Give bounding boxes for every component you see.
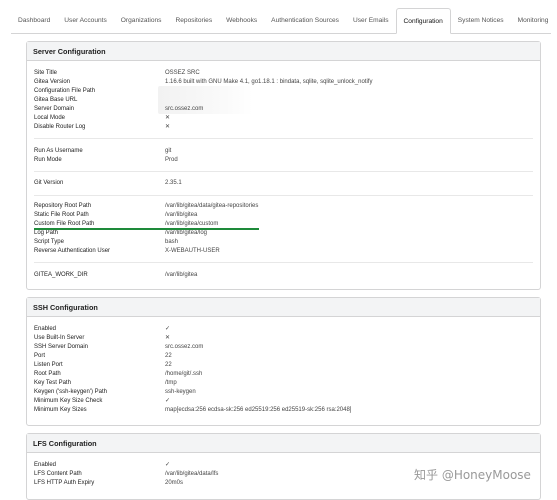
ssh-root-path-value: /home/git/.ssh	[165, 371, 203, 377]
key-test-path-label: Key Test Path	[34, 380, 71, 386]
divider	[34, 195, 533, 196]
reverse-auth-user-value: X-WEBAUTH-USER	[165, 248, 220, 254]
server-configuration-title: Server Configuration	[27, 42, 540, 61]
site-title-label: Site Title	[34, 70, 58, 76]
gitea-work-dir-value: /var/lib/gitea	[165, 272, 198, 278]
static-file-root-path-label: Static File Root Path	[34, 212, 89, 218]
lfs-content-path-label: LFS Content Path	[34, 471, 82, 477]
lfs-configuration-title: LFS Configuration	[27, 434, 540, 453]
server-domain-value: src.ossez.com	[165, 106, 204, 112]
site-title-value: OSSEZ SRC	[165, 70, 200, 76]
run-mode-label: Run Mode	[34, 157, 62, 163]
gitea-work-dir-label: GITEA_WORK_DIR	[34, 272, 88, 278]
lfs-auth-expiry-label: LFS HTTP Auth Expiry	[34, 480, 95, 486]
ssh-root-path-label: Root Path	[34, 371, 61, 377]
tab-monitoring[interactable]: Monitoring	[511, 8, 556, 33]
log-path-value: /var/lib/gitea/log	[165, 230, 208, 236]
repository-root-path-label: Repository Root Path	[34, 203, 92, 209]
script-type-value: bash	[165, 239, 179, 245]
run-mode-value: Prod	[165, 157, 178, 163]
builtin-server-label: Use Built-In Server	[34, 335, 85, 341]
tab-user-emails[interactable]: User Emails	[346, 8, 396, 33]
script-type-label: Script Type	[34, 239, 64, 245]
tab-configuration[interactable]: Configuration	[395, 8, 451, 34]
local-mode-cross-icon: ✕	[165, 115, 171, 121]
tab-system-notices[interactable]: System Notices	[451, 8, 511, 33]
tab-dashboard[interactable]: Dashboard	[11, 8, 57, 33]
tab-webhooks[interactable]: Webhooks	[219, 8, 264, 33]
divider	[34, 262, 533, 263]
disable-router-log-label: Disable Router Log	[34, 124, 86, 130]
run-as-username-value: git	[165, 148, 172, 154]
disable-router-log-cross-icon: ✕	[165, 124, 171, 130]
keygen-path-value: ssh-keygen	[165, 389, 196, 395]
log-path-label: Log Path	[34, 230, 59, 236]
ssh-enabled-check-icon: ✓	[165, 326, 171, 332]
min-key-size-check-icon: ✓	[165, 398, 171, 404]
tab-authentication-sources[interactable]: Authentication Sources	[264, 8, 346, 33]
repository-root-path-value: /var/lib/gitea/data/gitea-repositories	[165, 203, 259, 209]
server-configuration-panel: Server Configuration Site Title OSSEZ SRC…	[26, 41, 541, 290]
builtin-server-cross-icon: ✕	[165, 335, 171, 341]
ssh-port-value: 22	[165, 353, 172, 359]
lfs-auth-expiry-value: 20m0s	[165, 480, 184, 486]
listen-port-label: Listen Port	[34, 362, 63, 368]
lfs-enabled-label: Enabled	[34, 462, 57, 468]
local-mode-label: Local Mode	[34, 115, 66, 121]
static-file-root-path-value: /var/lib/gitea	[165, 212, 198, 218]
server-domain-label: Server Domain	[34, 106, 75, 112]
tab-organizations[interactable]: Organizations	[114, 8, 169, 33]
gitea-version-label: Gitea Version	[34, 79, 71, 85]
ssh-domain-value: src.ossez.com	[165, 344, 204, 350]
lfs-enabled-check-icon: ✓	[165, 462, 171, 468]
admin-tab-bar: Dashboard User Accounts Organizations Re…	[11, 8, 551, 34]
git-version-value: 2.35.1	[165, 180, 182, 186]
ssh-configuration-panel: SSH Configuration Enabled ✓ Use Built-In …	[26, 297, 541, 426]
base-url-label: Gitea Base URL	[34, 97, 78, 103]
ssh-domain-label: SSH Server Domain	[34, 344, 89, 350]
listen-port-value: 22	[165, 362, 172, 368]
lfs-content-path-value: /var/lib/gitea/data/lfs	[165, 471, 219, 477]
min-key-sizes-value: map[ecdsa:256 ecdsa-sk:256 ed25519:256 e…	[165, 407, 352, 413]
divider	[34, 171, 533, 172]
ssh-port-label: Port	[34, 353, 46, 359]
ssh-enabled-label: Enabled	[34, 326, 57, 332]
reverse-auth-user-label: Reverse Authentication User	[34, 248, 111, 254]
run-as-username-label: Run As Username	[34, 148, 83, 154]
min-key-size-check-label: Minimum Key Size Check	[34, 398, 103, 404]
config-file-path-label: Configuration File Path	[34, 88, 96, 94]
tab-user-accounts[interactable]: User Accounts	[57, 8, 114, 33]
git-version-label: Git Version	[34, 180, 64, 186]
watermark: 知乎 @HoneyMoose	[414, 468, 531, 482]
tab-repositories[interactable]: Repositories	[168, 8, 219, 33]
min-key-sizes-label: Minimum Key Sizes	[34, 407, 87, 413]
ssh-configuration-title: SSH Configuration	[27, 298, 540, 317]
key-test-path-value: /tmp	[165, 380, 177, 386]
divider	[34, 138, 533, 139]
keygen-path-label: Keygen ('ssh-keygen') Path	[34, 389, 107, 395]
highlight-underline	[34, 228, 259, 230]
